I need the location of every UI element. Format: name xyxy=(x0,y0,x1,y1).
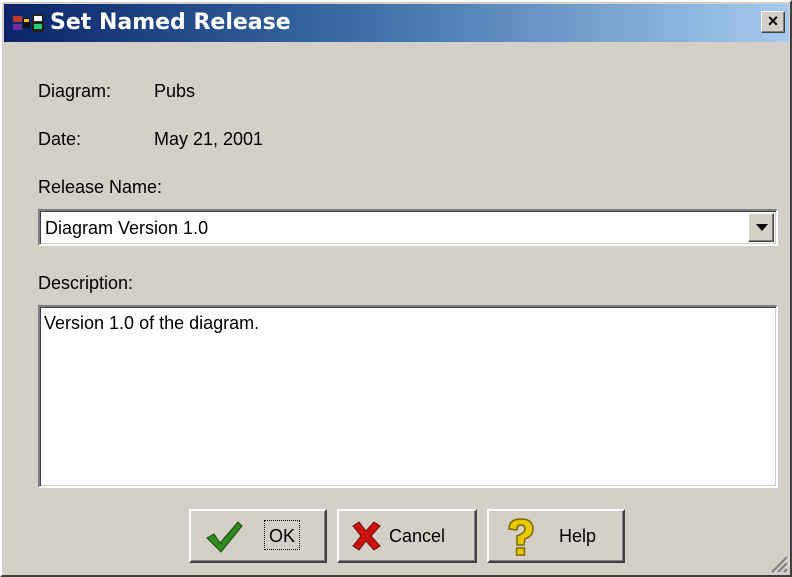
ok-button[interactable]: OK xyxy=(189,509,327,563)
diagram-label: Diagram: xyxy=(38,81,112,101)
checkmark-icon xyxy=(205,519,243,560)
title-bar[interactable]: Set Named Release × xyxy=(4,4,789,42)
help-label: Help xyxy=(559,526,597,546)
description-label: Description: xyxy=(38,273,134,293)
release-name-combobox[interactable]: Diagram Version 1.0 xyxy=(38,209,778,246)
description-textarea[interactable]: Version 1.0 of the diagram. xyxy=(38,305,778,488)
release-name-value[interactable]: Diagram Version 1.0 xyxy=(45,218,208,239)
diagram-value: Pubs xyxy=(154,81,196,101)
date-value: May 21, 2001 xyxy=(154,129,264,149)
description-value: Version 1.0 of the diagram. xyxy=(44,313,260,333)
size-grip-icon[interactable] xyxy=(766,551,788,573)
cancel-button[interactable]: Cancel xyxy=(337,509,477,563)
date-label: Date: xyxy=(38,129,82,149)
question-mark-icon xyxy=(505,517,537,562)
ok-label: OK xyxy=(269,526,296,546)
window-title: Set Named Release xyxy=(50,10,291,35)
cancel-label: Cancel xyxy=(389,526,446,546)
chevron-down-icon xyxy=(756,224,768,231)
set-named-release-dialog: Set Named Release × Diagram: Pubs Date: … xyxy=(0,0,792,577)
dropdown-button[interactable] xyxy=(748,213,774,242)
close-icon: × xyxy=(767,11,779,31)
app-icon xyxy=(13,14,45,32)
release-name-label: Release Name: xyxy=(38,177,163,197)
red-x-icon xyxy=(351,521,381,556)
help-button[interactable]: Help xyxy=(487,509,625,563)
close-button[interactable]: × xyxy=(761,11,785,33)
